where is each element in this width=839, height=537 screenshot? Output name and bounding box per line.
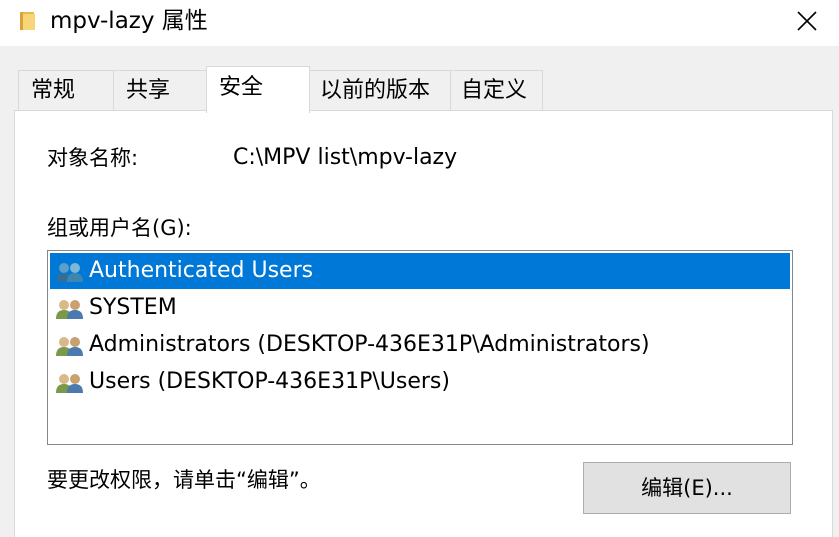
tab-general[interactable]: 常规	[18, 70, 114, 110]
object-name-label: 对象名称:	[47, 146, 139, 170]
title-bar[interactable]: mpv-lazy 属性	[0, 0, 839, 46]
group-name: Users (DESKTOP-436E31P\Users)	[89, 369, 450, 394]
list-item-users[interactable]: Users (DESKTOP-436E31P\Users)	[50, 364, 790, 400]
user-pair-icon	[56, 337, 83, 356]
list-item-system[interactable]: SYSTEM	[50, 290, 790, 326]
group-name: Administrators (DESKTOP-436E31P\Administ…	[89, 332, 650, 357]
user-pair-icon	[56, 374, 83, 393]
users-group-icon	[56, 263, 83, 282]
object-name-value: C:\MPV list\mpv-lazy	[233, 145, 458, 170]
group-name: Authenticated Users	[89, 258, 314, 283]
properties-window: mpv-lazy 属性 常规 共享 安全 以前的版本 自定义 对象名称: C:\…	[0, 0, 839, 537]
tab-previous-versions[interactable]: 以前的版本	[309, 70, 451, 110]
list-item-authenticated-users[interactable]: Authenticated Users	[50, 253, 790, 289]
window-title: mpv-lazy 属性	[50, 8, 208, 34]
edit-button[interactable]: 编辑(E)...	[583, 462, 791, 514]
change-permissions-hint: 要更改权限，请单击“编辑”。	[47, 468, 321, 492]
group-user-list[interactable]: Authenticated Users SYSTEM Administrator…	[47, 250, 793, 445]
close-button[interactable]	[784, 0, 830, 42]
tab-customize[interactable]: 自定义	[450, 70, 543, 110]
group-name: SYSTEM	[89, 295, 177, 320]
folder-icon	[20, 12, 35, 30]
tab-sharing[interactable]: 共享	[113, 70, 207, 110]
user-pair-icon	[56, 300, 83, 319]
group-list-label: 组或用户名(G):	[47, 216, 192, 240]
tab-security[interactable]: 安全	[206, 66, 310, 113]
close-icon	[797, 11, 817, 31]
list-item-administrators[interactable]: Administrators (DESKTOP-436E31P\Administ…	[50, 327, 790, 363]
